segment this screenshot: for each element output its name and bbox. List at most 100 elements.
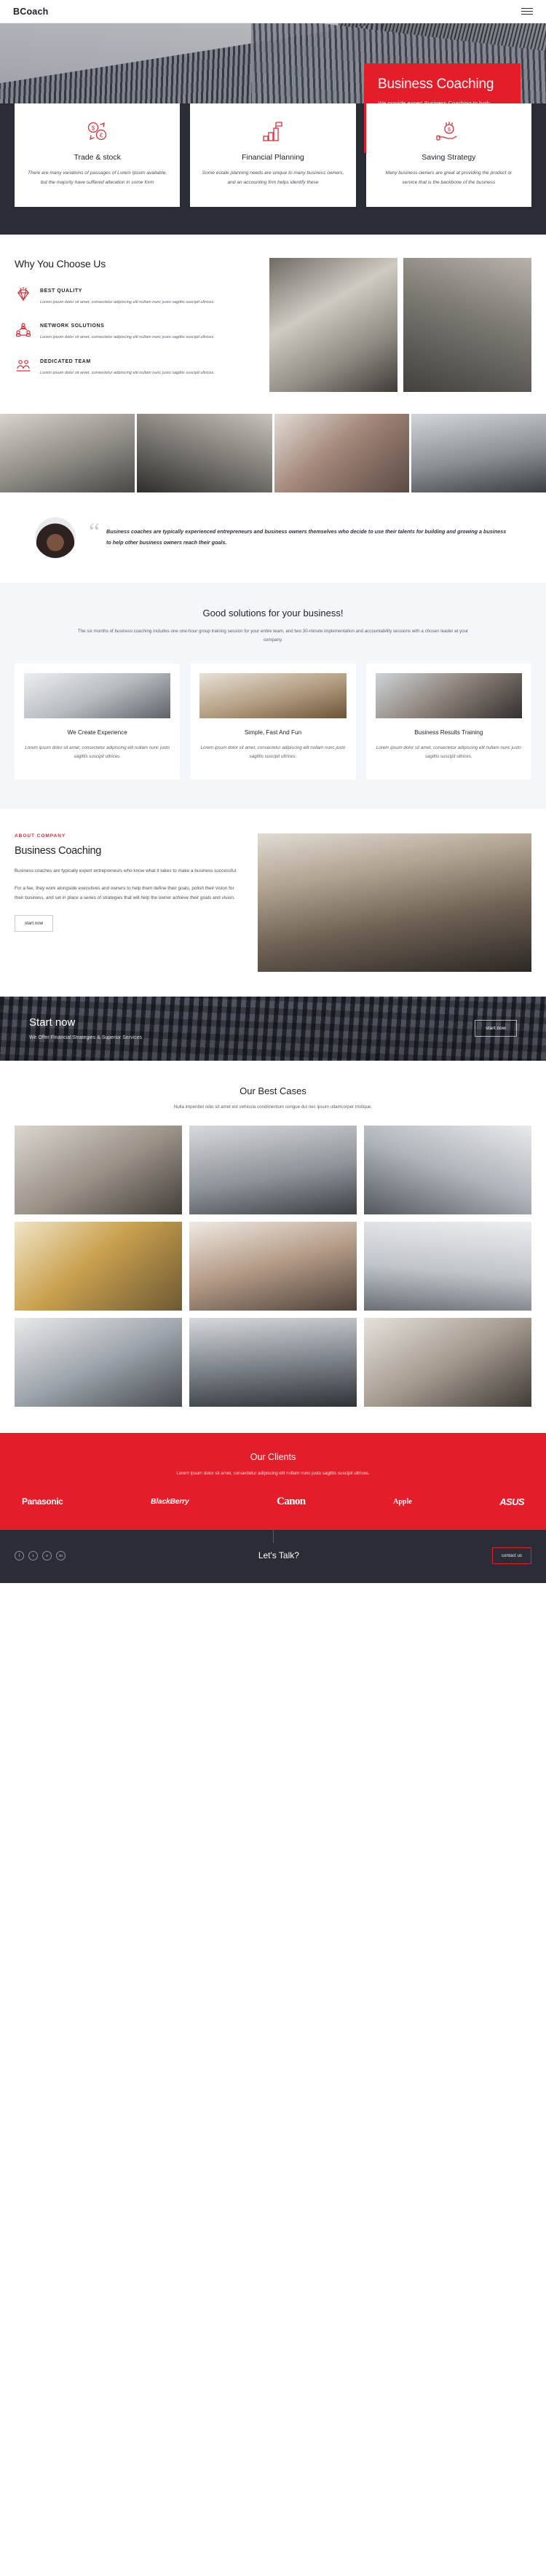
facebook-icon[interactable]: f — [15, 1550, 24, 1560]
feature-card[interactable]: Financial Planning Some estate planning … — [190, 103, 356, 207]
site-footer: f t o in Let's Talk? contact us — [0, 1529, 546, 1583]
solution-title: We Create Experience — [67, 729, 127, 737]
solution-card[interactable]: We Create Experience Lorem ipsum dolor s… — [15, 664, 181, 780]
client-logo-canon: Canon — [277, 1495, 306, 1507]
cta-inner: Start now We Offer Financial Strategies … — [0, 1016, 546, 1040]
feature-title: Trade & stock — [74, 153, 121, 162]
about-title: Business Coaching — [15, 844, 102, 857]
footer-title: Let's Talk? — [258, 1550, 299, 1561]
case-image-monitor-chart[interactable] — [364, 1125, 531, 1214]
clients-subtitle: Lorem ipsum dolor sit amet, consectetur … — [176, 1470, 370, 1476]
case-image-high-five[interactable] — [15, 1125, 182, 1214]
client-logo-blackberry: BlackBerry — [151, 1497, 189, 1507]
why-choose-us-title: Why You Choose Us — [15, 257, 106, 270]
solution-text: Lorem ipsum dolor sit amet, consectetur … — [376, 745, 521, 760]
about-image-column — [258, 833, 531, 972]
strip-image-woman-portrait — [274, 413, 409, 492]
case-image-sticky-notes[interactable] — [15, 1221, 182, 1311]
feature-card[interactable]: $ € Trade & stock There are many variati… — [15, 103, 181, 207]
solutions-title: Good solutions for your business! — [202, 607, 344, 619]
footer-center: Let's Talk? — [66, 1550, 492, 1560]
currency-exchange-icon: $ € — [26, 119, 168, 144]
case-image-handshake-deal[interactable] — [364, 1317, 531, 1407]
best-cases-title: Our Best Cases — [240, 1085, 306, 1096]
feature-title: Financial Planning — [242, 153, 304, 162]
solution-title: Business Results Training — [414, 729, 483, 737]
solution-text: Lorem ipsum dolor sit amet, consectetur … — [200, 745, 346, 760]
clients-title: Our Clients — [250, 1451, 296, 1462]
site-logo[interactable]: BCoach — [13, 7, 48, 17]
solution-card[interactable]: Simple, Fast And Fun Lorem ipsum dolor s… — [190, 664, 356, 780]
feature-text: Many business owners are great at provid… — [385, 170, 513, 185]
solution-card-list: We Create Experience Lorem ipsum dolor s… — [15, 664, 531, 780]
best-cases-grid — [15, 1125, 531, 1407]
why-item-title: BEST QUALITY — [40, 288, 82, 294]
solution-image-laptop-desk — [24, 673, 171, 719]
hand-coin-icon: $ — [378, 119, 520, 144]
why-item-text: Lorem ipsum dolor sit amet, consectetur … — [40, 335, 215, 340]
cta-banner: Start now We Offer Financial Strategies … — [0, 996, 546, 1061]
why-image-desk — [269, 257, 397, 392]
feature-card-list: $ € Trade & stock There are many variati… — [0, 103, 546, 207]
testimonial-section: “ Business coaches are typically experie… — [0, 492, 546, 583]
features-section: $ € Trade & stock There are many variati… — [0, 103, 546, 235]
solutions-section: Good solutions for your business! The si… — [0, 582, 546, 809]
why-item: DEDICATED TEAM Lorem ipsum dolor sit ame… — [15, 356, 258, 377]
feature-card[interactable]: $ Saving Strategy Many business owners a… — [365, 103, 531, 207]
cta-title: Start now — [29, 1016, 76, 1029]
contact-us-button[interactable]: contact us — [491, 1547, 531, 1564]
cta-text: Start now We Offer Financial Strategies … — [29, 1016, 475, 1040]
about-section: ABOUT COMPANY Business Coaching Business… — [0, 808, 546, 997]
strip-image-laptop — [411, 413, 546, 492]
linkedin-icon[interactable]: in — [56, 1550, 66, 1560]
client-logo-apple: Apple — [393, 1497, 412, 1506]
why-choose-us-section: Why You Choose Us BEST QUALITY Lorem ips… — [0, 234, 546, 414]
photo-strip — [0, 413, 546, 492]
why-item-text: Lorem ipsum dolor sit amet, consectetur … — [40, 370, 215, 375]
testimonial-body: “ Business coaches are typically experie… — [89, 520, 511, 548]
feature-text: There are many variations of passages of… — [28, 170, 167, 185]
client-logo-asus: ASUS — [499, 1496, 524, 1507]
why-choose-us-left: Why You Choose Us BEST QUALITY Lorem ips… — [15, 258, 258, 392]
best-cases-subtitle: Nulla imperdiet odio sit amet est vehicu… — [173, 1104, 373, 1110]
avatar — [35, 517, 76, 558]
about-image-team-hands — [258, 833, 531, 972]
hero-title: Business Coaching — [378, 76, 494, 92]
about-paragraph-2: For a fee, they work alongside executive… — [15, 886, 235, 901]
best-cases-section: Our Best Cases Nulla imperdiet odio sit … — [0, 1060, 546, 1433]
case-image-empty-office[interactable] — [364, 1221, 531, 1311]
hamburger-icon[interactable] — [521, 7, 533, 15]
bar-chart-flag-icon — [202, 119, 344, 144]
solutions-subtitle: The six months of business coaching incl… — [77, 628, 469, 643]
diamond-icon — [15, 286, 32, 303]
case-image-woman-smiling[interactable] — [189, 1221, 357, 1311]
about-eyebrow: ABOUT COMPANY — [15, 833, 66, 839]
solution-text: Lorem ipsum dolor sit amet, consectetur … — [25, 745, 170, 760]
about-text-column: ABOUT COMPANY Business Coaching Business… — [15, 833, 242, 972]
about-start-now-button[interactable]: start now — [15, 915, 54, 932]
case-image-notebook-map[interactable] — [15, 1317, 182, 1407]
why-item-title: NETWORK SOLUTIONS — [40, 323, 105, 329]
why-choose-us-images — [269, 257, 531, 392]
about-paragraph-1: Business coaches are typically expert en… — [15, 868, 237, 873]
landing-page: BCoach Business Coaching We provide expe… — [0, 0, 546, 1583]
twitter-icon[interactable]: t — [28, 1550, 38, 1560]
solution-image-happy-team — [375, 673, 522, 719]
site-header: BCoach — [0, 0, 546, 23]
case-image-meeting-table[interactable] — [189, 1125, 357, 1214]
case-image-laptop-typing[interactable] — [189, 1317, 357, 1407]
solution-image-newspaper-chart — [199, 673, 347, 719]
network-icon — [15, 321, 32, 338]
cta-start-now-button[interactable]: start now — [475, 1020, 517, 1037]
solution-card[interactable]: Business Results Training Lorem ipsum do… — [365, 664, 531, 780]
why-item-title: DEDICATED TEAM — [40, 358, 91, 364]
why-item-text: Lorem ipsum dolor sit amet, consectetur … — [40, 299, 215, 305]
client-logo-list: Panasonic BlackBerry Canon Apple ASUS — [15, 1496, 531, 1508]
instagram-icon[interactable]: o — [42, 1550, 52, 1560]
cta-subtitle: We Offer Financial Strategies & Superior… — [29, 1035, 142, 1041]
social-links: f t o in — [15, 1550, 66, 1560]
why-item: BEST QUALITY Lorem ipsum dolor sit amet,… — [15, 286, 258, 307]
testimonial-quote: Business coaches are typically experienc… — [106, 528, 507, 546]
why-item: NETWORK SOLUTIONS Lorem ipsum dolor sit … — [15, 321, 258, 342]
client-logo-panasonic: Panasonic — [22, 1496, 63, 1507]
